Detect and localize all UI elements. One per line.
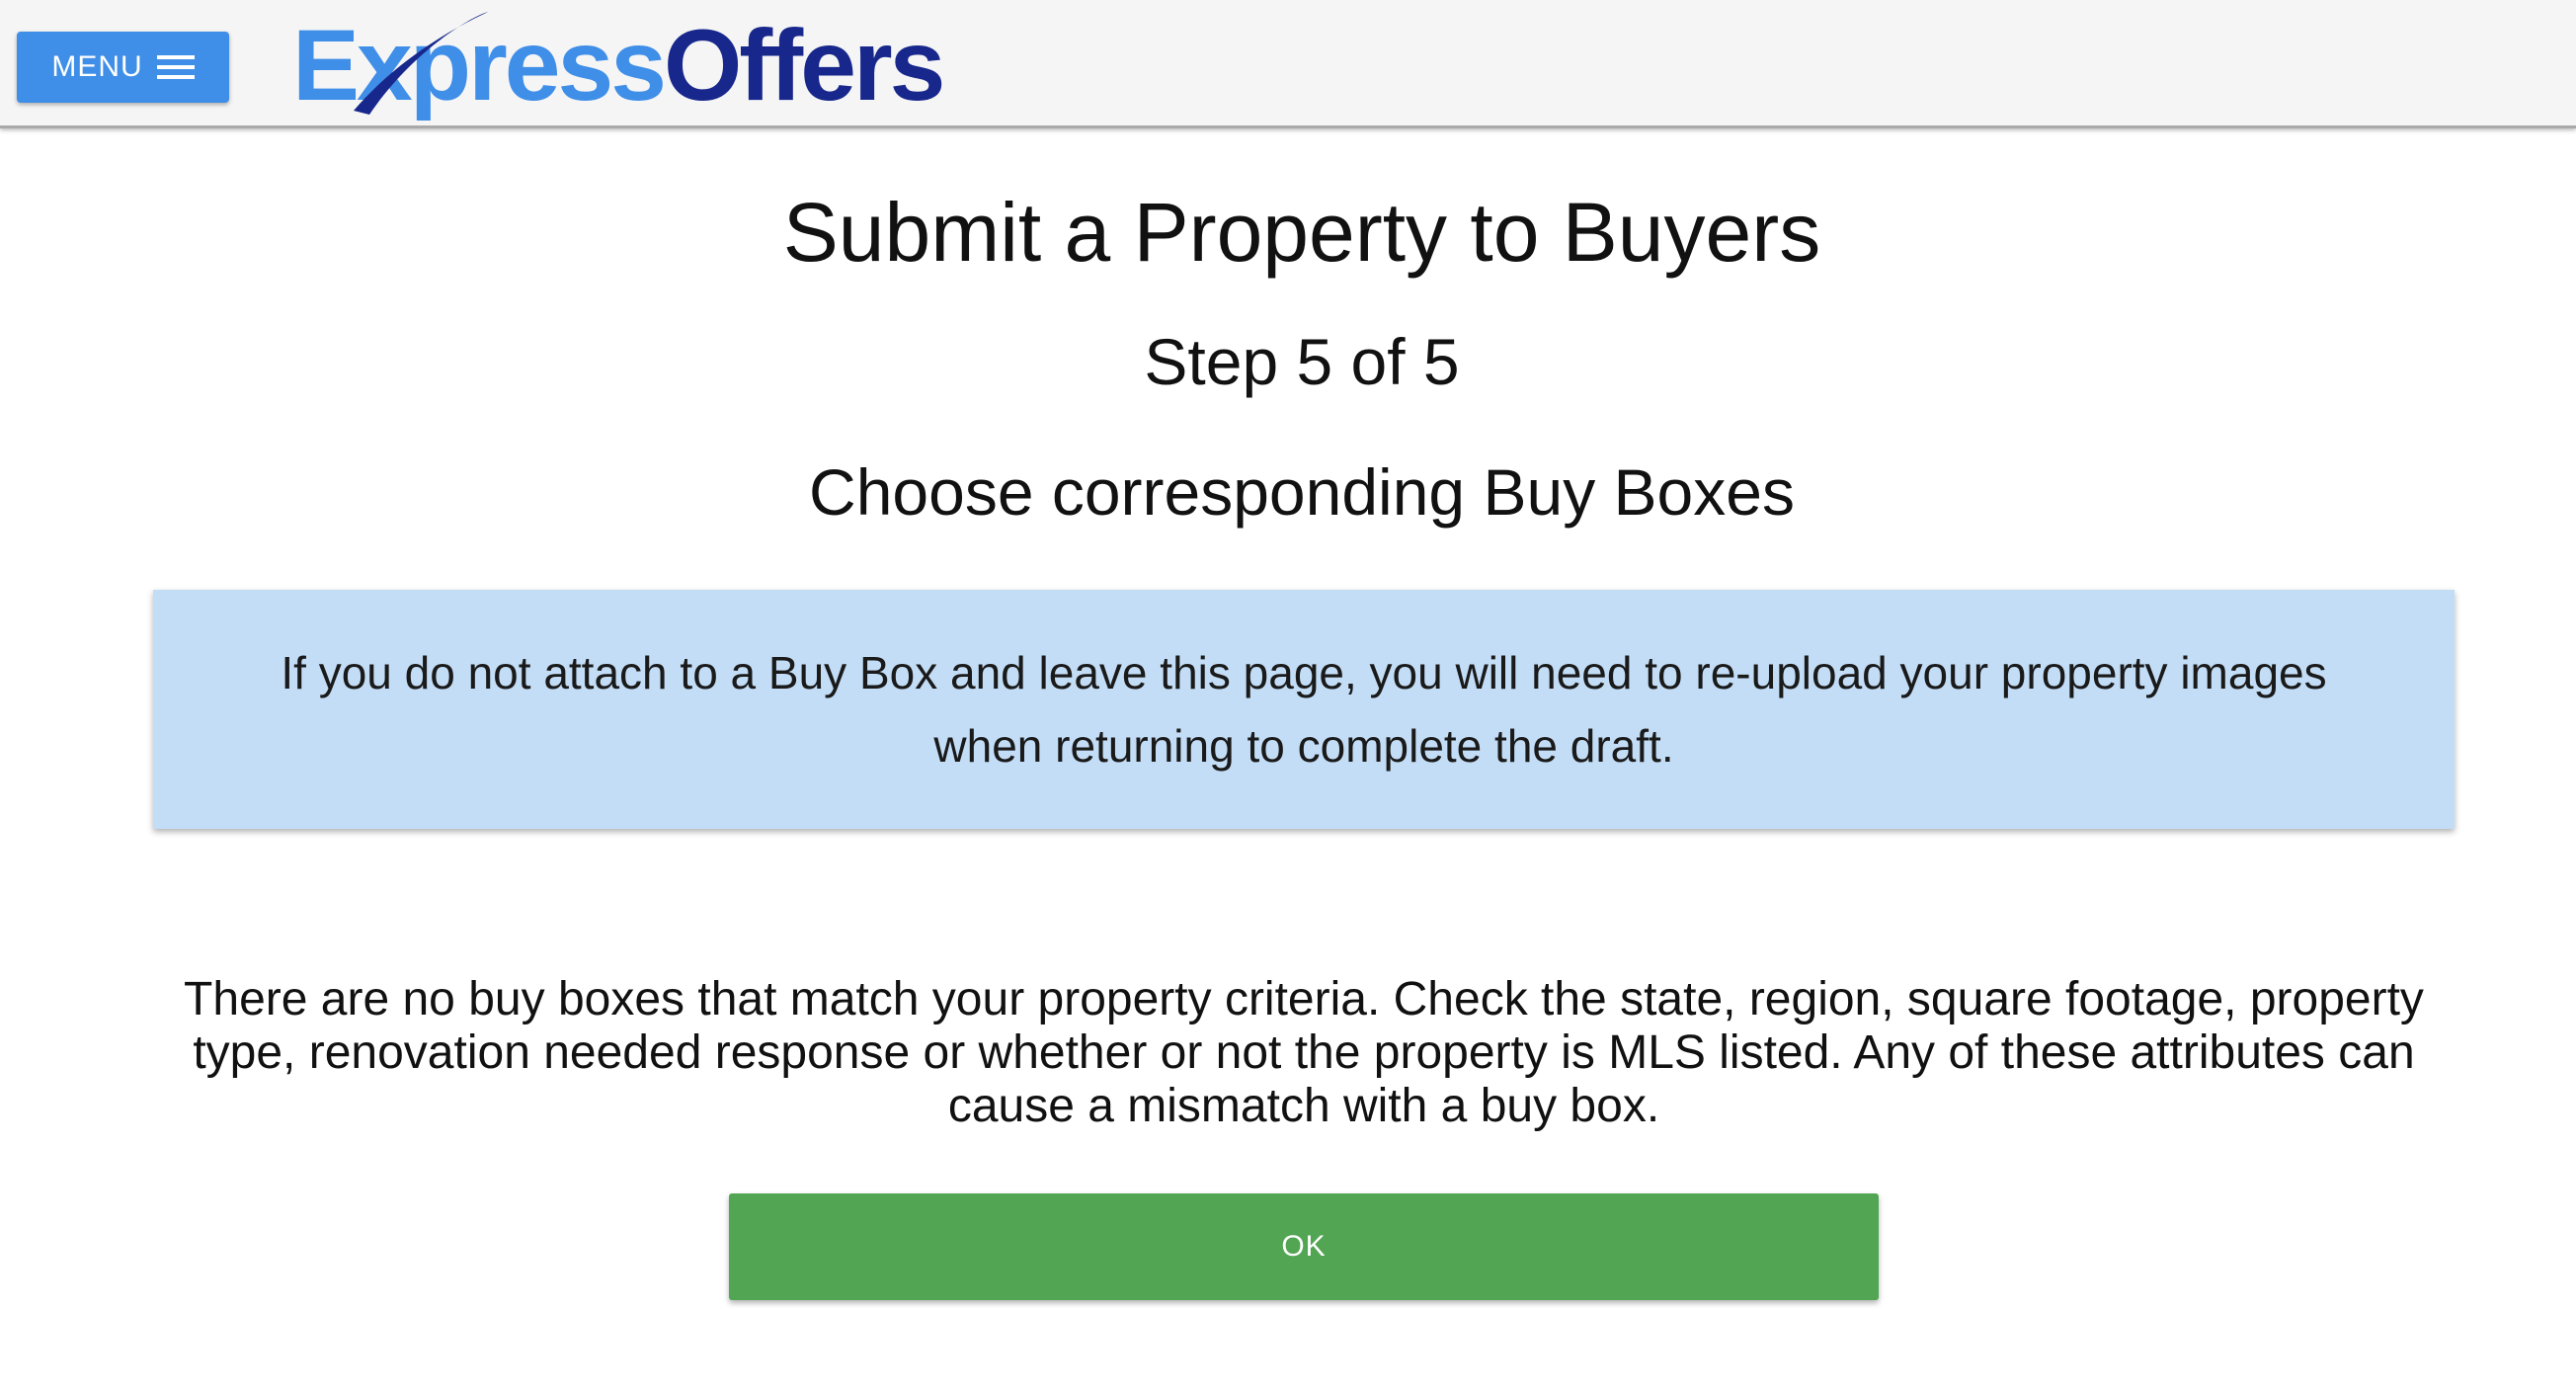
- hamburger-icon: [156, 55, 195, 79]
- no-match-message: There are no buy boxes that match your p…: [184, 973, 2424, 1132]
- section-subtitle: Choose corresponding Buy Boxes: [809, 455, 1795, 529]
- info-notice: If you do not attach to a Buy Box and le…: [153, 590, 2455, 829]
- ok-button[interactable]: OK: [729, 1193, 1879, 1300]
- logo-wordmark: ExpressOffers: [292, 4, 945, 126]
- step-indicator: Step 5 of 5: [1144, 325, 1460, 398]
- logo-text-express: Express: [292, 9, 667, 122]
- page-title: Submit a Property to Buyers: [782, 186, 1821, 279]
- menu-button[interactable]: MENU: [17, 32, 229, 103]
- menu-button-label: MENU: [51, 50, 143, 83]
- expressoffers-logo[interactable]: ExpressOffers: [292, 4, 945, 122]
- top-bar: MENU ExpressOffers: [0, 0, 2576, 128]
- info-notice-text: If you do not attach to a Buy Box and le…: [281, 647, 2327, 772]
- logo-text-offers: Offers: [663, 9, 945, 122]
